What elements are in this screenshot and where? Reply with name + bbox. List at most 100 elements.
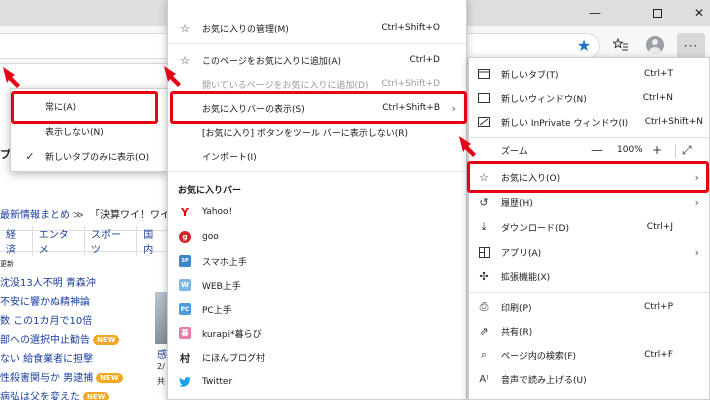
yahoo-icon: Y — [181, 205, 189, 219]
favorites-manage-icon: ☆ — [180, 21, 190, 35]
favorite-kurapi[interactable]: 暮 kurapi*暮らび — [168, 322, 466, 344]
apps-icon — [477, 245, 491, 259]
avatar-icon — [646, 36, 664, 54]
bg-headline-5[interactable]: ない 給食業者に担撃 — [0, 350, 93, 365]
manage-favorites-item[interactable]: ☆ お気に入りの管理(M) Ctrl+Shift+O — [168, 17, 466, 39]
bg-headline-7[interactable]: 病弘は父を変えた NEW — [0, 388, 110, 400]
favorite-web-jouzu[interactable]: W WEB上手 — [168, 274, 466, 296]
history-label: 履歴(H) — [501, 198, 533, 209]
find-in-page-shortcut: Ctrl+F — [644, 350, 673, 360]
share-label: 共有(R) — [501, 327, 533, 338]
bg-photo-caption[interactable]: 感 — [157, 346, 167, 361]
find-icon: ⌕ — [480, 348, 488, 361]
new-tab-label: 新しいタブ(T) — [501, 70, 559, 81]
add-favorite-star-icon[interactable]: ★ — [573, 34, 595, 56]
chevron-right-icon: › — [694, 195, 699, 209]
bg-nav-entertainment[interactable]: エンタメ — [33, 226, 85, 256]
bg-headline-4[interactable]: 部への選択中止勧告 NEW — [0, 331, 120, 346]
read-aloud-item[interactable]: A⁾ 音声で読み上げる(U) — [469, 368, 709, 390]
favorite-sumaho[interactable]: SP スマホ上手 — [168, 250, 466, 272]
favorite-pc-jouzu[interactable]: PC PC上手 — [168, 298, 466, 320]
minimize-button[interactable]: — — [572, 0, 618, 26]
history-item[interactable]: ↺ 履歴(H) › — [469, 191, 709, 213]
favorite-goo[interactable]: g goo — [168, 226, 466, 248]
bg-headline-2[interactable]: 不安に響かぬ精神論 — [0, 293, 90, 308]
favorite-blogmura-label: にほんブログ村 — [202, 353, 266, 364]
zoom-in-button[interactable]: + — [652, 143, 662, 157]
new-inprivate-window-item[interactable]: 新しい InPrivate ウィンドウ(I) Ctrl+Shift+N — [469, 111, 709, 133]
favorite-yahoo-label: Yahoo! — [202, 207, 233, 217]
add-open-pages-label: 開いているページをお気に入りに追加(D) — [202, 80, 369, 91]
favorite-goo-label: goo — [202, 232, 219, 242]
find-in-page-item[interactable]: ⌕ ページ内の検索(F) Ctrl+F — [469, 344, 709, 366]
show-always-item[interactable]: 常に(A) — [11, 95, 167, 117]
favorite-yahoo[interactable]: Y Yahoo! — [168, 201, 466, 223]
minimize-icon: — — [589, 6, 601, 20]
close-button[interactable]: ✕ — [676, 0, 710, 26]
bg-headline-3[interactable]: 数 この1カ月で10倍 — [0, 312, 92, 327]
goo-icon: g — [179, 231, 191, 243]
kurapi-icon: 暮 — [179, 327, 191, 339]
bg-headline-6[interactable]: 性殺害関与か 男逮捕 NEW — [0, 369, 123, 384]
menu-divider — [469, 163, 709, 164]
show-new-tab-only-label: 新しいタブのみに表示(O) — [45, 152, 150, 163]
red-arrow-icon — [459, 136, 476, 157]
bg-headline-1[interactable]: 沈没13人不明 青森沖 — [0, 274, 96, 289]
zoom-level: 100% — [617, 145, 643, 155]
bg-news-tab[interactable]: 「決算ワイ！ワイ — [90, 206, 170, 221]
favorite-twitter[interactable]: Twitter — [168, 371, 466, 393]
hide-favorites-button-item[interactable]: [お気に入り] ボタンをツール バーに表示しない(R) — [168, 121, 466, 143]
show-favorites-bar-item[interactable]: お気に入りバーの表示(S) Ctrl+Shift+B › — [168, 97, 466, 119]
new-tab-item[interactable]: 新しいタブ(T) Ctrl+T — [469, 63, 709, 85]
extensions-label: 拡張機能(X) — [501, 272, 551, 283]
bg-nav-sports[interactable]: スポーツ — [85, 226, 138, 256]
share-item[interactable]: ⇗ 共有(R) — [469, 320, 709, 342]
ellipsis-icon: ··· — [683, 39, 699, 53]
print-item[interactable]: ⎙ 印刷(P) Ctrl+P — [469, 296, 709, 318]
favorites-button[interactable] — [610, 34, 632, 56]
bg-news-head[interactable]: 最新情報まとめ ≫ — [0, 206, 84, 221]
extensions-item[interactable]: ✣ 拡張機能(X) — [469, 265, 709, 287]
inprivate-icon — [477, 115, 491, 129]
show-new-tab-only-item[interactable]: ✓ 新しいタブのみに表示(O) — [11, 145, 167, 167]
downloads-item[interactable]: ⤓ ダウンロード(D) Ctrl+J — [469, 216, 709, 238]
pc-jouzu-icon: PC — [179, 303, 191, 315]
settings-more-button[interactable]: ··· — [677, 33, 705, 59]
maximize-button[interactable] — [634, 0, 680, 26]
close-icon: ✕ — [693, 6, 705, 20]
new-inprivate-window-shortcut: Ctrl+Shift+N — [644, 117, 703, 127]
puzzle-icon: ✣ — [479, 269, 489, 283]
downloads-label: ダウンロード(D) — [501, 223, 569, 234]
web-jouzu-icon: W — [179, 279, 191, 291]
bg-nav-economy[interactable]: 経済 — [0, 226, 33, 256]
apps-item[interactable]: アプリ(A) › — [469, 241, 709, 263]
show-never-label: 表示しない(N) — [45, 127, 104, 138]
zoom-row: ズーム — 100% + ⤢ — [469, 139, 709, 161]
new-window-item[interactable]: 新しいウィンドウ(N) Ctrl+N — [469, 87, 709, 109]
favorite-pc-jouzu-label: PC上手 — [202, 305, 232, 316]
bg-nav-domestic[interactable]: 国内 — [137, 226, 171, 256]
add-page-favorite-item[interactable]: ☆ このページをお気に入りに追加(A) Ctrl+D — [168, 49, 466, 71]
show-favorites-bar-label: お気に入りバーの表示(S) — [202, 104, 305, 115]
zoom-divider — [675, 144, 676, 158]
new-tab-shortcut: Ctrl+T — [643, 69, 673, 79]
new-badge: NEW — [83, 392, 110, 400]
favorites-item[interactable]: ☆ お気に入り(O) › — [469, 166, 709, 188]
add-open-pages-shortcut: Ctrl+Shift+D — [381, 79, 440, 89]
favorites-label: お気に入り(O) — [501, 173, 561, 184]
fullscreen-icon[interactable]: ⤢ — [682, 143, 692, 158]
downloads-shortcut: Ctrl+J — [646, 222, 673, 232]
new-badge: NEW — [96, 373, 123, 383]
import-item[interactable]: インポート(I) — [168, 145, 466, 167]
favorite-kurapi-label: kurapi*暮らび — [202, 329, 262, 340]
printer-icon: ⎙ — [479, 300, 489, 313]
zoom-out-button[interactable]: — — [591, 143, 603, 157]
blogmura-icon: 村 — [180, 353, 190, 365]
menu-divider — [168, 43, 466, 44]
favorite-blogmura[interactable]: 村 にほんブログ村 — [168, 346, 466, 368]
sumaho-icon: SP — [179, 255, 191, 267]
profile-avatar[interactable] — [644, 34, 666, 56]
apps-label: アプリ(A) — [501, 248, 542, 259]
new-inprivate-window-label: 新しい InPrivate ウィンドウ(I) — [501, 118, 629, 129]
show-never-item[interactable]: 表示しない(N) — [11, 120, 167, 142]
